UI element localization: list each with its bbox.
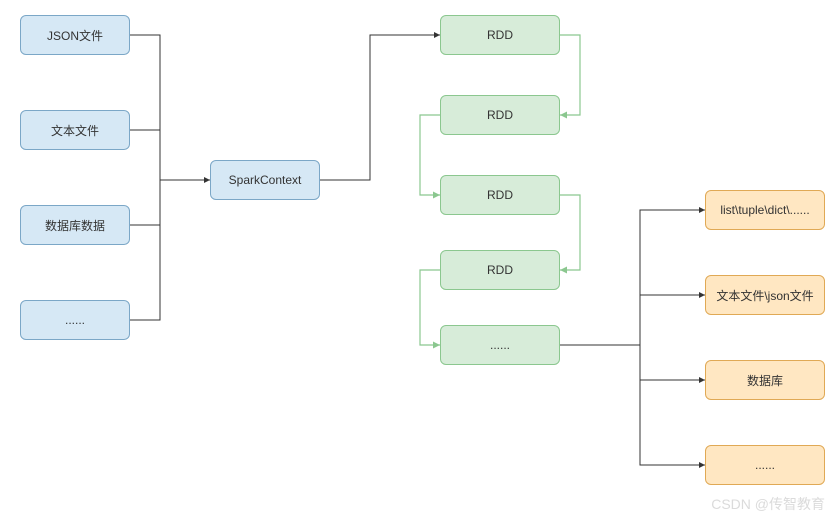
output-list-tuple-dict: list\tuple\dict\......	[705, 190, 825, 230]
input-json-file: JSON文件	[20, 15, 130, 55]
rdd-1: RDD	[440, 15, 560, 55]
diagram-connectors	[0, 0, 835, 520]
input-json-label: JSON文件	[47, 27, 103, 44]
output-text-json-file: 文本文件\json文件	[705, 275, 825, 315]
input-more-label: ......	[65, 313, 85, 327]
spark-context: SparkContext	[210, 160, 320, 200]
rdd-3-label: RDD	[487, 188, 513, 202]
rdd-3: RDD	[440, 175, 560, 215]
rdd-1-label: RDD	[487, 28, 513, 42]
watermark: CSDN @传智教育	[711, 494, 825, 514]
input-db-label: 数据库数据	[45, 217, 105, 234]
input-text-label: 文本文件	[51, 122, 99, 139]
input-more: ......	[20, 300, 130, 340]
output-database: 数据库	[705, 360, 825, 400]
rdd-4-label: RDD	[487, 263, 513, 277]
input-database: 数据库数据	[20, 205, 130, 245]
rdd-2-label: RDD	[487, 108, 513, 122]
rdd-more: ......	[440, 325, 560, 365]
output-3-label: 数据库	[747, 372, 783, 389]
rdd-4: RDD	[440, 250, 560, 290]
spark-context-label: SparkContext	[229, 173, 302, 187]
output-2-label: 文本文件\json文件	[716, 287, 813, 304]
output-1-label: list\tuple\dict\......	[720, 203, 809, 217]
output-more: ......	[705, 445, 825, 485]
input-text-file: 文本文件	[20, 110, 130, 150]
rdd-more-label: ......	[490, 338, 510, 352]
rdd-2: RDD	[440, 95, 560, 135]
watermark-text: CSDN @传智教育	[711, 496, 825, 512]
output-4-label: ......	[755, 458, 775, 472]
